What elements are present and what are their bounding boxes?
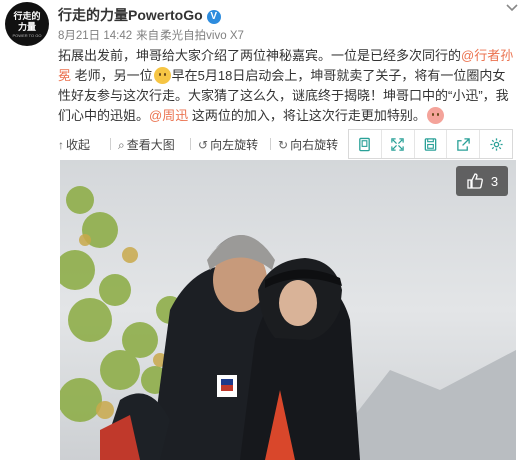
collapse-button[interactable]: ↑ 收起: [58, 136, 90, 153]
username-row: 行走的力量PowertoGo V: [58, 5, 221, 25]
fullscreen-button[interactable]: [382, 130, 415, 158]
view-large-button[interactable]: ⌕ 查看大图: [118, 136, 175, 153]
collapse-icon: ↑: [58, 138, 64, 152]
post-date[interactable]: 8月21日 14:42: [58, 30, 132, 42]
rotate-left-button[interactable]: ↺ 向左旋转: [198, 136, 258, 153]
magnifier-icon: ⌕: [118, 138, 125, 152]
post-photo[interactable]: 3: [60, 160, 516, 460]
pig-emoji-icon: [426, 107, 444, 124]
rotate-right-icon: ↻: [278, 138, 289, 152]
source-prefix: 来自: [136, 30, 160, 42]
image-frame-icon: [359, 137, 371, 151]
toolbar-divider: [270, 138, 271, 150]
post-source[interactable]: 柔光自拍vivo X7: [160, 30, 244, 42]
fullscreen-icon: [391, 137, 404, 151]
chevron-down-icon[interactable]: [506, 4, 518, 12]
save-icon: [424, 137, 437, 151]
image-toolbar: ↑ 收起 ⌕ 查看大图 ↺ 向左旋转 ↻ 向右旋转: [58, 129, 516, 159]
toolbar-divider: [190, 138, 191, 150]
avatar-text-line3: POWER TO GO: [12, 33, 42, 38]
username-link[interactable]: 行走的力量PowertoGo: [58, 7, 203, 23]
post-meta: 8月21日 14:42 来自柔光自拍vivo X7: [58, 27, 248, 43]
save-button[interactable]: [415, 130, 448, 158]
avatar[interactable]: 行走的 力量 POWER TO GO: [5, 2, 49, 46]
mention-link[interactable]: @周迅: [149, 108, 188, 123]
share-icon: [457, 137, 470, 151]
verified-icon: V: [206, 10, 221, 24]
post-text-segment: 拓展出发前，坤哥给大家介绍了两位神秘嘉宾。一位是已经多次同行的: [58, 48, 462, 63]
avatar-text-line1: 行走的: [13, 11, 41, 21]
thumbs-up-icon: [467, 173, 483, 189]
toolbar-divider: [110, 138, 111, 150]
settings-button[interactable]: [480, 130, 512, 158]
share-button[interactable]: [447, 130, 481, 158]
like-count: 3: [490, 173, 499, 189]
rotate-right-button[interactable]: ↻ 向右旋转: [278, 136, 338, 153]
photo-scene: [60, 160, 516, 460]
view-large-label: 查看大图: [126, 138, 175, 152]
post-header: 行走的 力量 POWER TO GO 行走的力量PowertoGo V 8月21日…: [0, 0, 527, 46]
rotate-left-icon: ↺: [198, 138, 209, 152]
avatar-text-line2: 力量: [17, 22, 36, 32]
image-frame-button[interactable]: [349, 130, 382, 158]
post-text-segment: 老师，另一位: [71, 68, 153, 83]
image-action-icons: [348, 129, 513, 159]
post-text: 拓展出发前，坤哥给大家介绍了两位神秘嘉宾。一位是已经多次同行的@行者孙冕 老师，…: [58, 46, 516, 126]
post-text-segment: 这两位的加入，将让这次行走更加特别。: [188, 108, 426, 123]
like-button[interactable]: 3: [456, 166, 508, 196]
settings-icon: [489, 137, 503, 151]
doge-emoji-icon: [153, 67, 171, 84]
collapse-label: 收起: [66, 138, 91, 152]
rotate-left-label: 向左旋转: [210, 138, 259, 152]
rotate-right-label: 向右旋转: [290, 138, 339, 152]
